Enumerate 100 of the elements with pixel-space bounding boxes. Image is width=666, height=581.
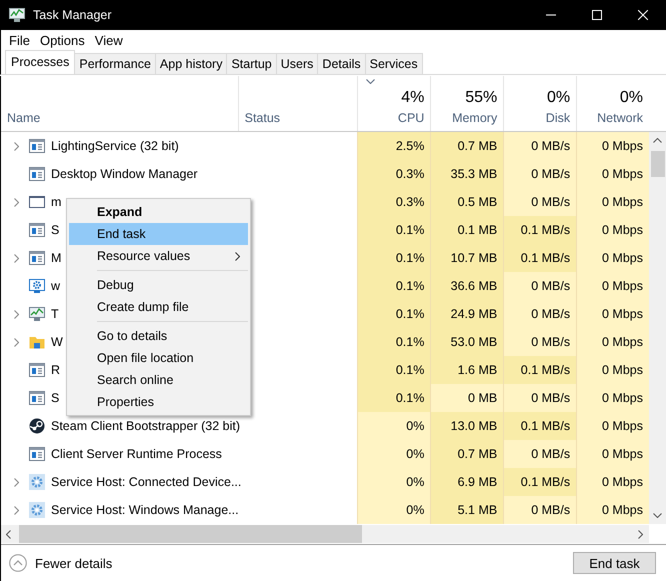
table-cell: 0 Mbps [576,160,649,188]
table-cell: 0 Mbps [576,300,649,328]
menu-item-label: Expand [97,205,142,219]
close-icon[interactable] [638,10,648,20]
process-name: R [51,363,60,377]
vertical-scrollbar[interactable] [649,132,666,524]
app-window-icon [29,222,45,238]
menu-item[interactable]: File [4,32,35,48]
menu-item-label: Resource values [97,249,190,263]
expand-chevron-icon[interactable] [14,338,18,346]
table-cell: 1.6 MB [430,356,504,384]
table-cell: 0.1% [357,244,430,272]
tab[interactable]: Performance [75,53,156,74]
context-menu-item[interactable]: Expand [69,201,248,223]
table-cell: 24.9 MB [430,300,504,328]
table-cell: 0 MB [430,384,504,412]
table-cell: 0 MB/s [503,384,576,412]
table-cell: 0 Mbps [576,216,649,244]
column-header[interactable]: Name [7,111,232,125]
scroll-thumb[interactable] [650,151,664,177]
table-cell: 0.1% [357,272,430,300]
process-name: LightingService (32 bit) [51,139,179,153]
app-window-icon [29,362,45,378]
table-cell: 0.3% [357,188,430,216]
context-menu-item[interactable]: Create dump file [69,296,248,318]
app-window-icon [29,446,45,462]
gear-icon [29,474,45,490]
context-menu-item[interactable]: Go to details [69,325,248,347]
horizontal-scrollbar[interactable] [1,524,649,543]
column-header[interactable]: Network [597,111,643,125]
table-cell: 0.1% [357,328,430,356]
tab[interactable]: Processes [5,50,76,74]
menu-item-label: Open file location [97,351,194,365]
process-name: Desktop Window Manager [51,167,198,181]
scroll-thumb[interactable] [19,525,362,543]
menu-item[interactable]: Options [34,32,90,48]
table-cell: 6.9 MB [430,468,504,496]
table-cell: 0% [357,412,430,440]
table-cell: 0 Mbps [576,356,649,384]
process-name: T [51,307,59,321]
column-header[interactable]: Memory [452,111,498,125]
tab[interactable]: Details [318,53,366,74]
column-header[interactable]: Status [244,111,352,125]
table-cell: 0 MB/s [503,440,576,468]
table-cell: 10.7 MB [430,244,504,272]
menu-item[interactable]: View [90,32,128,48]
table-cell: 0% [357,440,430,468]
folder-icon [29,334,45,350]
window-icon [29,194,45,210]
table-cell: 0.5 MB [430,188,504,216]
table-cell: 0.1% [357,300,430,328]
scroll-right-icon[interactable] [638,530,643,538]
menu-item-label: Search online [97,373,174,387]
context-menu-item[interactable]: Properties [69,391,248,413]
table-cell: 0% [357,468,430,496]
context-menu-item[interactable]: Debug [69,274,248,296]
process-name: m [51,195,62,209]
table-cell: 5.1 MB [430,496,504,524]
process-name: w [51,279,60,293]
expand-chevron-icon[interactable] [14,198,18,206]
expand-chevron-icon[interactable] [14,310,18,318]
app-icon [9,7,25,23]
column-header[interactable]: Disk [546,111,570,125]
table-cell: 0 Mbps [576,412,649,440]
expand-chevron-icon[interactable] [14,254,18,262]
context-menu-item[interactable]: Search online [69,369,248,391]
chevron-up-circle-icon[interactable] [9,554,27,572]
app-window-icon [29,390,45,406]
expand-chevron-icon[interactable] [14,142,18,150]
table-cell: 0.7 MB [430,132,504,160]
tab[interactable]: Services [366,53,423,74]
expand-chevron-icon[interactable] [14,506,18,514]
table-cell: 0% [357,496,430,524]
column-header[interactable]: CPU [398,111,424,125]
column-total: 55% [465,89,498,107]
end-task-button[interactable]: End task [573,552,656,574]
chart-monitor-icon [29,306,45,322]
table-cell: 0 MB/s [503,328,576,356]
window-title: Task Manager [33,8,113,22]
context-menu-item[interactable]: End task [69,223,248,245]
table-cell: 0 Mbps [576,328,649,356]
table-cell: 13.0 MB [430,412,504,440]
fewer-details-toggle[interactable]: Fewer details [9,554,112,572]
context-menu-item[interactable]: Resource values [69,245,248,267]
table-cell: 53.0 MB [430,328,504,356]
expand-chevron-icon[interactable] [14,478,18,486]
table-cell: 2.5% [357,132,430,160]
scroll-left-icon[interactable] [6,530,11,538]
tab[interactable]: App history [156,53,228,74]
table-cell: 0 MB/s [503,160,576,188]
scroll-down-icon[interactable] [653,513,662,518]
menu-item-label: Debug [97,278,134,292]
context-menu-item[interactable]: Open file location [69,347,248,369]
tab[interactable]: Startup [227,53,277,74]
table-cell: 0 Mbps [576,384,649,412]
table-cell: 0.1% [357,356,430,384]
scroll-up-icon[interactable] [653,138,662,143]
tab[interactable]: Users [276,53,318,74]
maximize-icon[interactable] [592,10,602,20]
gear-monitor-icon [29,278,45,294]
